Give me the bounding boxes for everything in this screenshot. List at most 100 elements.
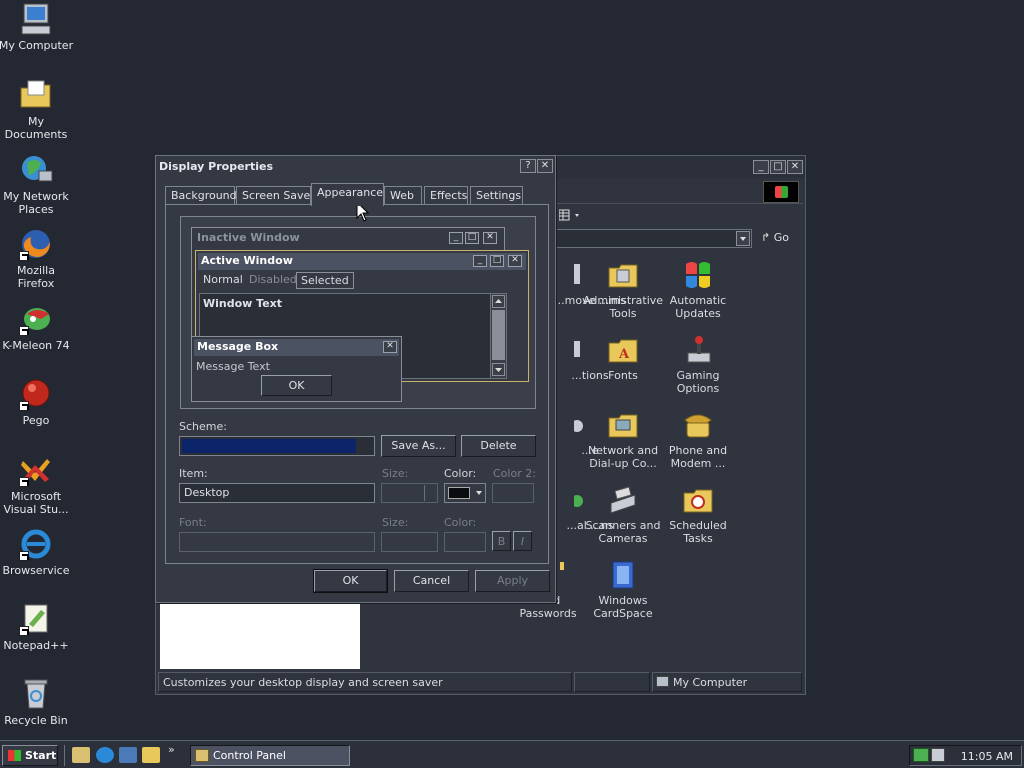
control-panel-toolbar	[556, 180, 803, 204]
close-button[interactable]: ✕	[787, 160, 803, 174]
tab-effects[interactable]: Effects	[424, 186, 468, 205]
scroll-thumb	[492, 310, 505, 360]
desktop-icon-notepad-plus-plus[interactable]: Notepad++	[0, 602, 74, 652]
save-as-button[interactable]: Save As...	[381, 435, 456, 457]
scheme-label: Scheme:	[179, 420, 227, 433]
go-button[interactable]: ↱ Go	[761, 231, 789, 244]
desktop-icon-label: Pego	[22, 414, 50, 427]
apply-button[interactable]: Apply	[475, 570, 550, 592]
internet-explorer-icon[interactable]	[96, 747, 114, 763]
help-button[interactable]: ?	[520, 159, 536, 173]
recycle-bin-icon	[19, 677, 53, 711]
maximize-button[interactable]: □	[770, 160, 786, 174]
control-panel-item-label: Windows CardSpace	[593, 594, 653, 620]
desktop-icon-label: Browservice	[2, 564, 70, 577]
address-bar: ↱ Go	[556, 228, 803, 250]
preview-msgbox-text: Message Text	[196, 360, 270, 373]
administrative-tools-icon	[607, 260, 639, 290]
desktop-icon-browservice[interactable]: Browservice	[0, 527, 74, 577]
taskbar-button-label: Control Panel	[213, 749, 286, 762]
views-button[interactable]	[558, 208, 583, 222]
taskbar-button-control-panel[interactable]: Control Panel	[190, 745, 350, 766]
control-panel-item-windows-cardspace[interactable]: Windows CardSpace	[583, 560, 663, 620]
address-input[interactable]	[556, 229, 752, 248]
scheme-select[interactable]	[179, 436, 375, 456]
tab-web[interactable]: Web	[384, 186, 422, 205]
tab-screen-saver[interactable]: Screen Saver	[236, 186, 315, 205]
clock[interactable]: 11:05 AM	[961, 750, 1013, 763]
font-color-picker[interactable]	[444, 532, 486, 552]
firefox-icon	[19, 227, 53, 261]
control-panel-item-gaming-options[interactable]: Gaming Options	[658, 335, 738, 395]
control-panel-item-automatic-updates[interactable]: Automatic Updates	[658, 260, 738, 320]
italic-button[interactable]: I	[513, 531, 532, 551]
close-button[interactable]: ✕	[537, 159, 553, 173]
item-select[interactable]: Desktop	[179, 483, 375, 503]
ok-button[interactable]: OK	[314, 570, 387, 592]
color-label: Color:	[444, 467, 477, 480]
visual-studio-icon	[19, 453, 53, 487]
address-dropdown-button[interactable]	[736, 231, 750, 246]
desktop-icon-recycle-bin[interactable]: Recycle Bin	[0, 677, 74, 727]
outlook-express-icon[interactable]	[119, 747, 137, 763]
desktop-icon-mozilla-firefox[interactable]: Mozilla Firefox	[0, 227, 74, 290]
quicklaunch-more-button[interactable]: »	[168, 743, 175, 756]
control-panel-item-scheduled-tasks[interactable]: Scheduled Tasks	[658, 485, 738, 545]
go-label: Go	[773, 231, 789, 244]
control-panel-item-label: Administrative Tools	[583, 294, 664, 320]
dialog-title-bar[interactable]: Display Properties ? ✕	[156, 156, 555, 177]
control-panel-item-network-dialup[interactable]: Network and Dial-up Co...	[583, 410, 663, 470]
dialog-title: Display Properties	[159, 160, 274, 173]
control-panel-item-fonts[interactable]: A Fonts	[583, 335, 663, 382]
network-tray-icon[interactable]	[913, 748, 929, 762]
item-label: Item:	[179, 467, 208, 480]
appearance-preview[interactable]: Inactive Window _ □ ✕ Active Window _ □ …	[180, 216, 536, 409]
folder-documents-icon	[19, 78, 53, 112]
desktop-icon-label: Microsoft Visual Stu...	[3, 490, 69, 516]
tab-appearance[interactable]: Appearance	[311, 183, 384, 206]
preview-scrollbar	[490, 294, 506, 378]
tab-background[interactable]: Background	[165, 186, 237, 205]
item-color-picker[interactable]	[444, 483, 486, 503]
explorer-icon[interactable]	[142, 747, 160, 763]
close-icon: ✕	[483, 232, 497, 244]
desktop-icon-visual-studio[interactable]: Microsoft Visual Stu...	[0, 453, 74, 516]
shortcut-arrow-icon	[19, 401, 29, 411]
volume-tray-icon[interactable]	[931, 748, 945, 762]
desktop-icon-label: Recycle Bin	[4, 714, 68, 727]
control-panel-item-scanners-cameras[interactable]: Scanners and Cameras	[583, 485, 663, 545]
delete-button[interactable]: Delete	[461, 435, 536, 457]
tab-settings[interactable]: Settings	[470, 186, 523, 205]
color2-label: Color 2:	[493, 467, 536, 480]
font-size-select[interactable]	[381, 532, 438, 552]
desktop-icon-my-network-places[interactable]: My Network Places	[0, 153, 74, 216]
desktop-icon-pego[interactable]: Pego	[0, 377, 74, 427]
desktop-icon-k-meleon[interactable]: K-Meleon 74	[0, 302, 74, 352]
item-color2-picker[interactable]	[492, 483, 534, 503]
size-label: Size:	[382, 467, 409, 480]
item-size-stepper[interactable]	[381, 483, 438, 503]
joystick-icon	[682, 335, 714, 365]
preview-menu-disabled: Disabled	[249, 273, 297, 286]
start-button[interactable]: Start	[2, 745, 58, 766]
control-panel-item-label: Phone and Modem ...	[668, 444, 728, 470]
scroll-down-icon	[492, 363, 505, 376]
bold-button[interactable]: B	[492, 531, 511, 551]
font-select[interactable]	[179, 532, 375, 552]
minimize-icon: _	[449, 232, 463, 244]
preview-menu-selected: Selected	[296, 272, 354, 289]
font-size-label: Size:	[382, 516, 409, 529]
control-panel-item-administrative-tools[interactable]: Administrative Tools	[583, 260, 663, 320]
show-desktop-icon[interactable]	[72, 747, 90, 763]
close-icon: ✕	[383, 341, 397, 353]
desktop-icon-my-computer[interactable]: My Computer	[0, 2, 74, 52]
desktop-icon-my-documents[interactable]: My Documents	[0, 78, 74, 141]
appearance-tab-panel: Inactive Window _ □ ✕ Active Window _ □ …	[165, 204, 549, 564]
control-panel-item-label: Fonts	[608, 369, 638, 382]
control-panel-item-phone-modem[interactable]: Phone and Modem ...	[658, 410, 738, 470]
minimize-button[interactable]: _	[753, 160, 769, 174]
cancel-button[interactable]: Cancel	[394, 570, 469, 592]
shortcut-arrow-icon	[19, 551, 29, 561]
preview-message-box[interactable]: Message Box ✕ Message Text OK	[191, 336, 402, 402]
taskbar: Start » Control Panel 11:05 AM	[0, 740, 1024, 768]
